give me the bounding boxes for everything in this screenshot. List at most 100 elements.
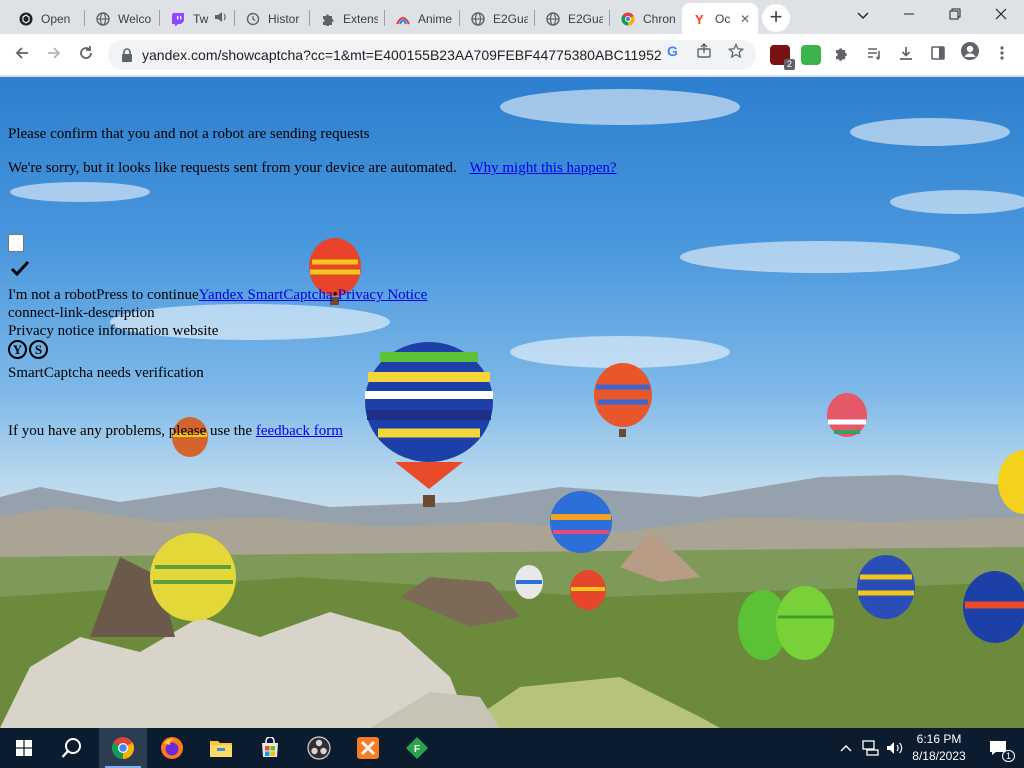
privacy-notice-link[interactable]: Privacy Notice — [338, 287, 428, 303]
smartcaptcha-logo-icon: S — [29, 340, 48, 359]
feedback-form-link[interactable]: feedback form — [256, 423, 343, 439]
anime-site-icon — [395, 11, 411, 27]
tab-extensions[interactable]: Extens — [310, 3, 384, 34]
tab-history[interactable]: Histor — [235, 3, 309, 34]
forward-button[interactable] — [40, 41, 68, 69]
globe-icon — [95, 11, 111, 27]
chrome-icon — [620, 11, 636, 27]
twitch-icon — [170, 11, 186, 27]
address-bar[interactable]: yandex.com/showcaptcha?cc=1&mt=E400155B2… — [108, 40, 756, 70]
tab-anime[interactable]: Anime — [385, 3, 459, 34]
page-heading: Please confirm that you and not a robot … — [8, 126, 370, 142]
download-icon[interactable] — [892, 41, 920, 69]
windows-logo-icon — [16, 740, 32, 756]
press-continue-text: Press to continue — [96, 287, 199, 303]
taskbar-firefox[interactable] — [148, 728, 196, 768]
clock-date: 8/18/2023 — [912, 749, 966, 763]
tab-welcome[interactable]: Welco — [85, 3, 159, 34]
globe-icon — [470, 11, 486, 27]
connect-link-description: connect-link-description — [8, 305, 155, 321]
tab-title: E2Gua — [568, 11, 603, 26]
profile-avatar-icon[interactable] — [956, 41, 984, 69]
tab-title: Welco — [118, 11, 152, 26]
taskbar-green-app[interactable]: F — [393, 728, 441, 768]
close-tab-icon[interactable]: ✕ — [738, 12, 752, 26]
tab-yandex-active[interactable]: Y Oc ✕ — [682, 3, 758, 34]
taskbar-clock[interactable]: 6:16 PM 8/18/2023 — [906, 731, 972, 765]
green-extension-icon[interactable] — [801, 45, 821, 65]
google-lens-icon[interactable]: G — [662, 43, 686, 67]
tab-twitch[interactable]: Tw — [160, 3, 234, 34]
svg-text:G: G — [667, 43, 678, 59]
search-button[interactable] — [48, 728, 96, 768]
extensions-puzzle-icon[interactable] — [828, 41, 856, 69]
sorry-message: We're sorry, but it looks like requests … — [8, 159, 617, 177]
sorry-text: We're sorry, but it looks like requests … — [8, 160, 457, 176]
minimize-button[interactable] — [886, 0, 932, 32]
obs-icon — [307, 736, 331, 760]
firefox-icon — [161, 737, 183, 759]
tab-title: Oc — [715, 11, 731, 26]
notification-center-icon[interactable]: 1 — [978, 728, 1018, 768]
not-robot-text: I'm not a robot — [8, 287, 97, 303]
tab-title: Chron — [643, 11, 676, 26]
captcha-label-line: I'm not a robotPress to continueYandex S… — [8, 286, 427, 304]
chrome-icon — [112, 737, 134, 759]
tab-title: Histor — [268, 11, 300, 26]
lock-icon[interactable] — [120, 47, 136, 63]
tab-chrome[interactable]: Chron — [610, 3, 684, 34]
close-window-button[interactable] — [978, 0, 1024, 32]
url-text[interactable]: yandex.com/showcaptcha?cc=1&mt=E400155B2… — [142, 40, 662, 70]
share-icon[interactable] — [692, 43, 716, 67]
yandex-y-logo-icon: Y — [8, 340, 27, 359]
tab-title: E2Gua — [493, 11, 528, 26]
privacy-info-text: Privacy notice information website — [8, 323, 219, 339]
show-hidden-icons-icon[interactable] — [836, 728, 856, 768]
start-button[interactable] — [0, 728, 48, 768]
reload-button[interactable] — [72, 41, 100, 69]
kebab-menu-icon[interactable] — [988, 41, 1016, 69]
ublock-origin-icon[interactable]: 2 — [770, 45, 795, 70]
taskbar-store[interactable] — [246, 728, 294, 768]
tab-title: Anime — [418, 11, 453, 26]
tab-strip: Open Welco Tw Histor Extens Anime E2Gua … — [0, 0, 1024, 34]
svg-text:F: F — [414, 744, 420, 755]
windows-taskbar: F 6:16 PM 8/18/2023 1 — [0, 728, 1024, 768]
checkmark-icon — [10, 260, 30, 278]
yandex-logos: Y S — [8, 340, 48, 359]
tab-title: Open — [41, 11, 71, 26]
network-icon[interactable] — [860, 728, 882, 768]
new-tab-button[interactable]: + — [762, 4, 790, 32]
speaker-icon[interactable] — [214, 11, 228, 26]
svg-text:Y: Y — [695, 12, 704, 26]
clock-time: 6:16 PM — [916, 732, 962, 746]
feedback-prefix: If you have any problems, please use the — [8, 423, 253, 439]
extension-badge: 2 — [783, 59, 795, 70]
taskbar-file-explorer[interactable] — [197, 728, 245, 768]
xampp-icon — [357, 737, 379, 759]
back-button[interactable] — [8, 41, 36, 69]
taskbar-obs[interactable] — [295, 728, 343, 768]
search-icon — [61, 738, 81, 758]
restore-button[interactable] — [932, 0, 978, 32]
not-robot-checkbox[interactable] — [8, 234, 24, 252]
notification-count: 1 — [1002, 750, 1016, 762]
tab-title: Tw — [193, 11, 209, 26]
smartcaptcha-link[interactable]: Yandex SmartCaptcha — [199, 287, 333, 303]
taskbar-chrome[interactable] — [99, 728, 147, 768]
tab-e2guardian-1[interactable]: E2Gua — [460, 3, 534, 34]
taskbar-xampp[interactable] — [344, 728, 392, 768]
side-panel-icon[interactable] — [924, 41, 952, 69]
why-link[interactable]: Why might this happen? — [469, 160, 616, 176]
tab-open[interactable]: Open — [8, 3, 84, 34]
tab-search-icon[interactable] — [840, 0, 886, 32]
reading-list-icon[interactable] — [860, 41, 888, 69]
volume-icon[interactable] — [884, 728, 906, 768]
openai-icon — [18, 11, 34, 27]
tab-title: Extens — [343, 11, 378, 26]
captcha-page: Please confirm that you and not a robot … — [0, 77, 1024, 728]
green-diamond-app-icon: F — [406, 737, 428, 759]
tab-e2guardian-2[interactable]: E2Gua — [535, 3, 609, 34]
bookmark-star-icon[interactable] — [724, 42, 748, 67]
store-icon — [262, 737, 278, 757]
